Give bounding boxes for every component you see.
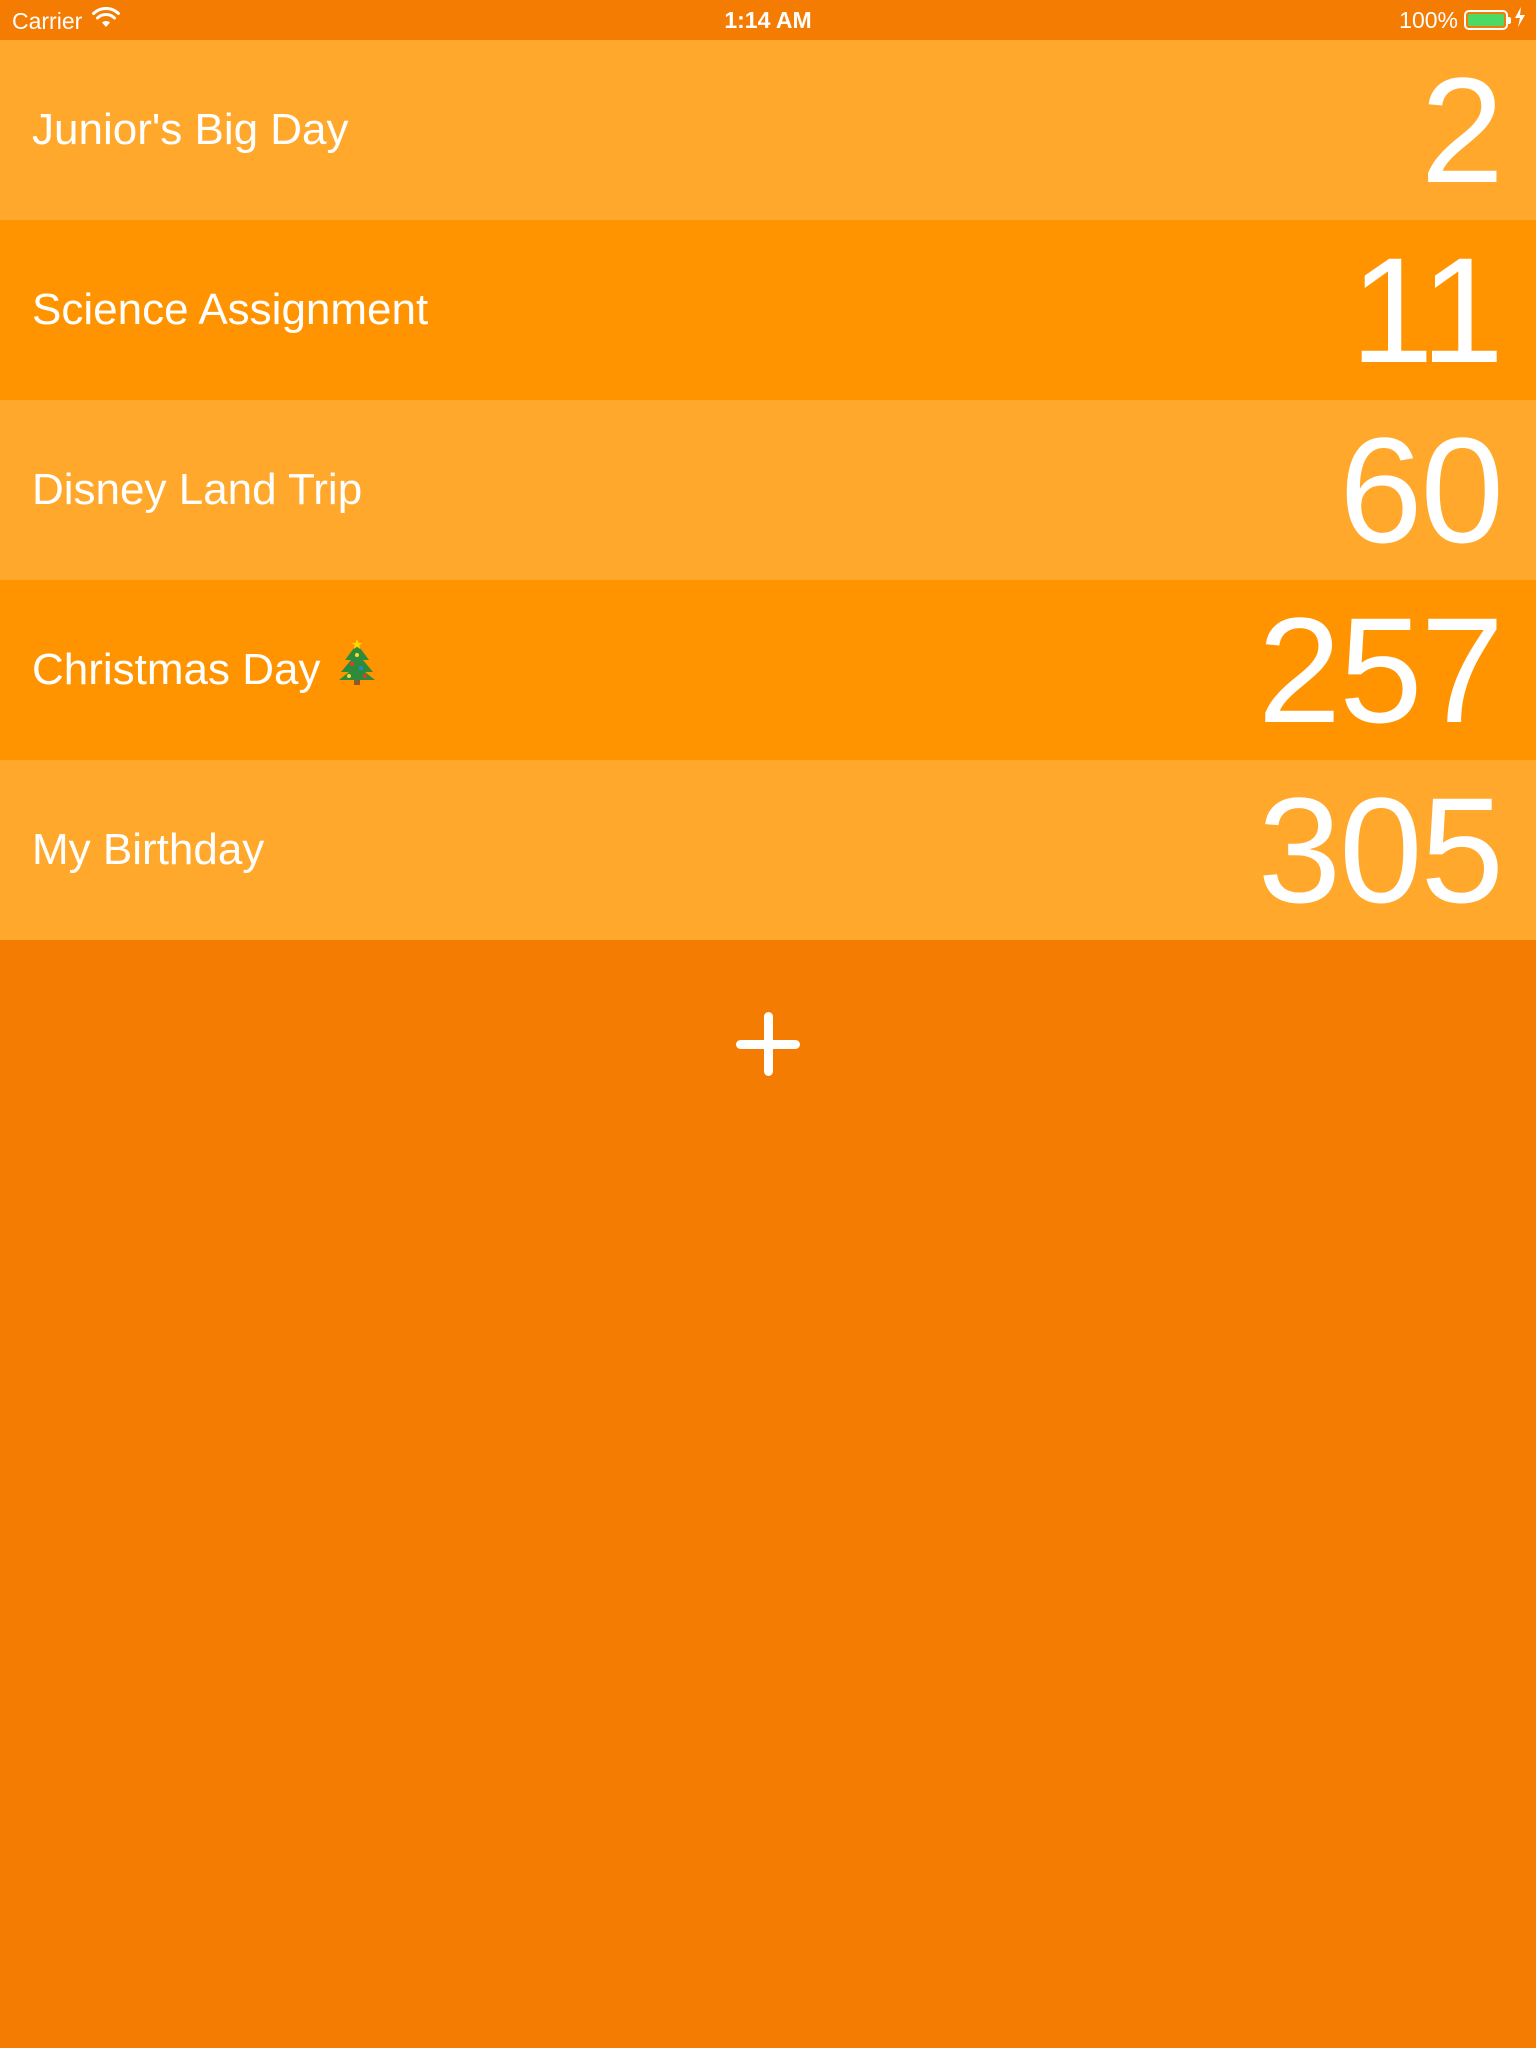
event-row-juniors-big-day[interactable]: Junior's Big Day 2	[0, 40, 1536, 220]
charging-bolt-icon	[1514, 6, 1526, 34]
event-days-count: 60	[1339, 406, 1504, 574]
event-list: Junior's Big Day 2 Science Assignment 11…	[0, 40, 1536, 940]
event-title: Christmas Day	[32, 645, 321, 694]
event-row-christmas-day[interactable]: Christmas Day 257	[0, 580, 1536, 760]
event-days-count: 257	[1257, 586, 1504, 754]
battery-icon	[1464, 10, 1511, 30]
christmas-tree-icon	[337, 582, 377, 762]
status-bar: Carrier 1:14 AM 100%	[0, 0, 1536, 40]
status-right: 100%	[1399, 6, 1526, 34]
event-days-count: 2	[1420, 46, 1504, 214]
event-row-science-assignment[interactable]: Science Assignment 11	[0, 220, 1536, 400]
event-title: Junior's Big Day	[32, 105, 349, 154]
battery-nub	[1508, 17, 1511, 24]
event-title: Science Assignment	[32, 285, 429, 334]
event-title: Disney Land Trip	[32, 465, 363, 514]
event-days-count: 305	[1257, 766, 1504, 934]
battery-fill	[1468, 14, 1504, 26]
event-days-count: 11	[1350, 226, 1504, 394]
status-time: 1:14 AM	[724, 7, 812, 33]
event-row-my-birthday[interactable]: My Birthday 305	[0, 760, 1536, 940]
battery-percent: 100%	[1399, 6, 1458, 33]
event-title: My Birthday	[32, 825, 265, 874]
add-event-button[interactable]	[728, 1004, 808, 1084]
event-title-wrap: Christmas Day	[32, 580, 377, 760]
event-row-disney-land-trip[interactable]: Disney Land Trip 60	[0, 400, 1536, 580]
